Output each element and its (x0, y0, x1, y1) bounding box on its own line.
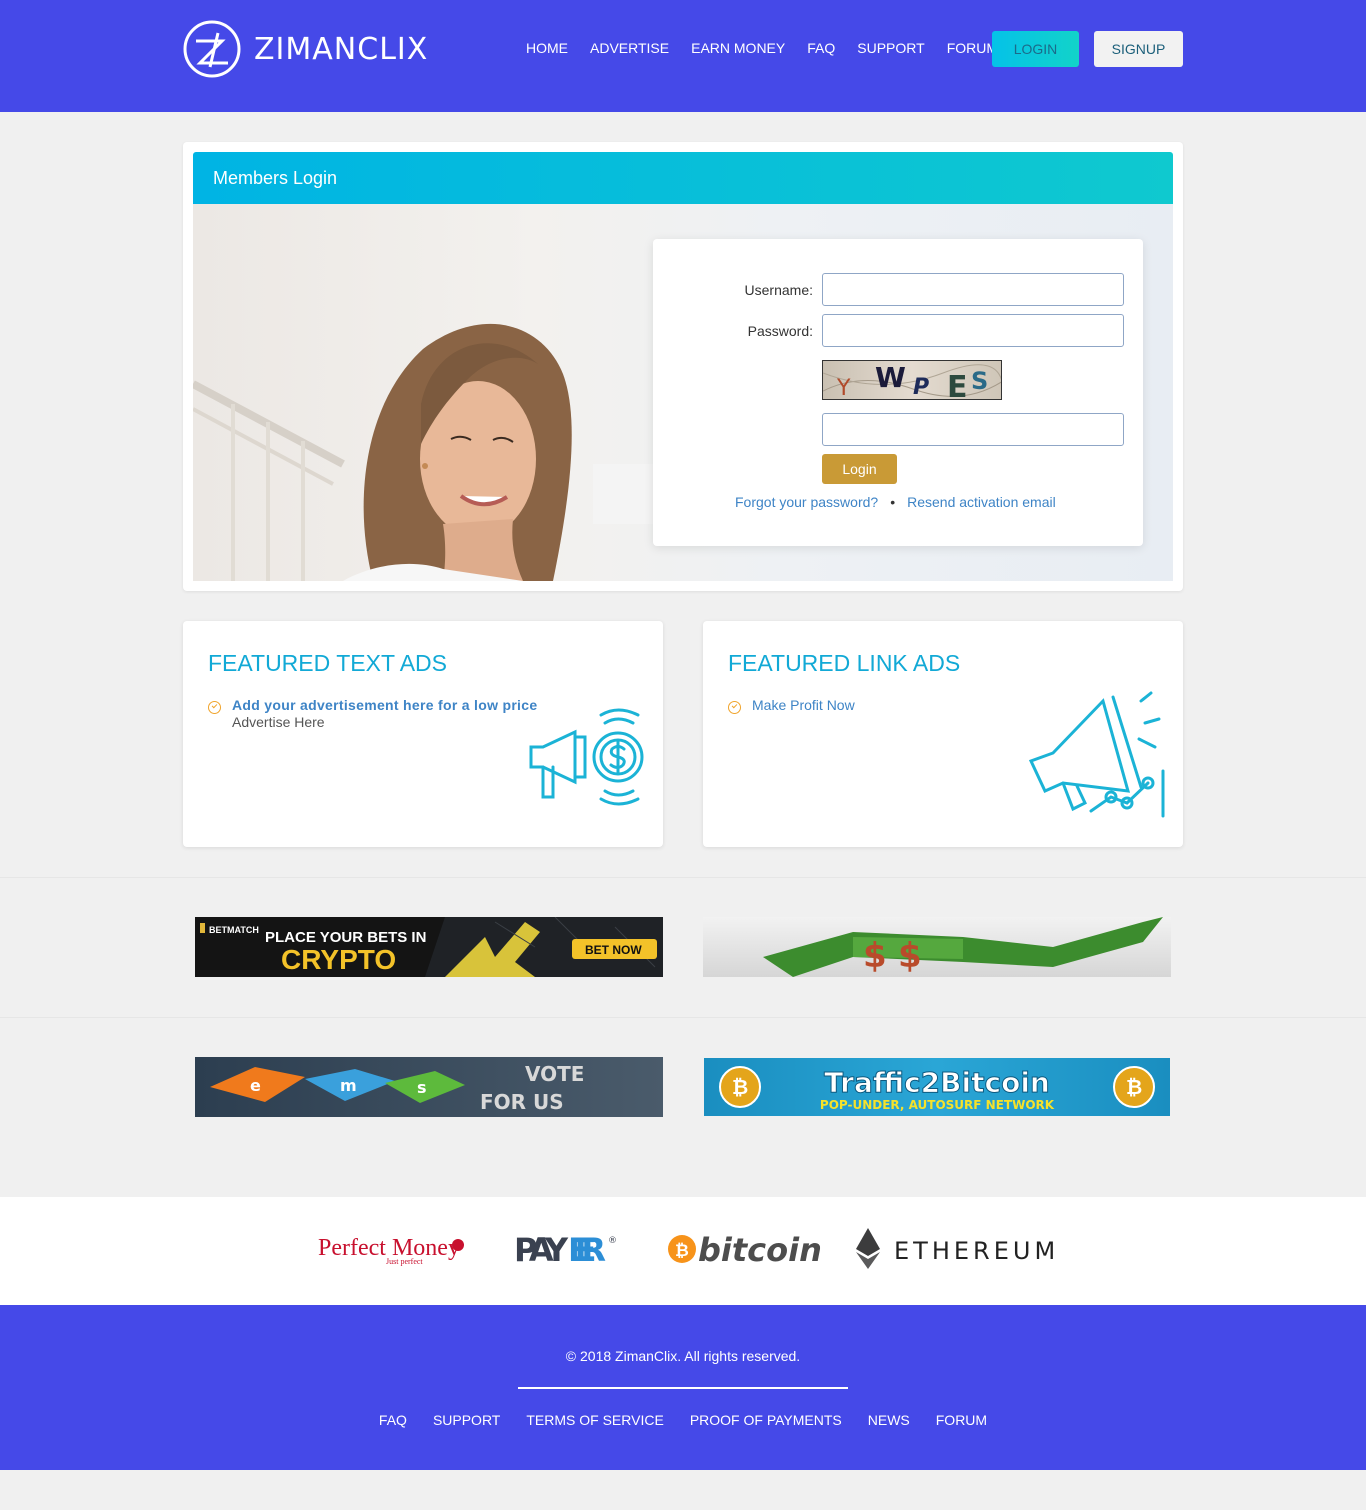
payeer-eer: EER (568, 1231, 606, 1269)
svg-text:$: $ (898, 936, 922, 976)
footer-faq[interactable]: FAQ (379, 1412, 407, 1428)
betmatch-brand: BETMATCH (209, 925, 259, 935)
footer-support[interactable]: SUPPORT (433, 1412, 500, 1428)
ethereum-text: ETHEREUM (894, 1237, 1059, 1265)
ems-letter-e: e (250, 1076, 261, 1095)
betmatch-cta: BET NOW (585, 943, 642, 957)
payeer-pay: PAY (514, 1231, 569, 1269)
nav-earn-money[interactable]: EARN MONEY (691, 40, 785, 56)
svg-text:E: E (947, 370, 968, 400)
captcha-graphic: Y W P E S (823, 361, 1001, 400)
betmatch-banner-graphic: BETMATCH PLACE YOUR BETS IN CRYPTO BET N… (195, 917, 663, 977)
featured-text-ads-title: FEATURED TEXT ADS (208, 650, 447, 676)
text-ad-description: Advertise Here (232, 714, 325, 730)
ems-letter-s: s (417, 1078, 427, 1097)
svg-text:Y: Y (836, 376, 851, 400)
traffic2bitcoin-banner[interactable]: ₿ ₿ Traffic2Bitcoin POP-UNDER, AUTOSURF … (704, 1058, 1170, 1116)
check-circle-icon (208, 701, 221, 714)
svg-text:P: P (913, 375, 929, 400)
members-login-title: Members Login (193, 152, 1173, 204)
betmatch-line2: CRYPTO (281, 944, 396, 975)
link-separator: • (890, 494, 896, 510)
link-ad-link[interactable]: Make Profit Now (752, 697, 855, 713)
svg-text:®: ® (608, 1236, 617, 1246)
logo-icon (183, 20, 241, 78)
betmatch-banner[interactable]: BETMATCH PLACE YOUR BETS IN CRYPTO BET N… (195, 917, 663, 977)
traffic-title: Traffic2Bitcoin (824, 1066, 1050, 1099)
brand-name: ZIMANCLIX (254, 31, 429, 67)
traffic-subtitle: POP-UNDER, AUTOSURF NETWORK (820, 1098, 1055, 1112)
bitcoin-logo: ₿ bitcoin (668, 1231, 822, 1269)
footer-forum[interactable]: FORUM (936, 1412, 987, 1428)
svg-text:W: W (875, 361, 906, 394)
footer-nav: FAQ SUPPORT TERMS OF SERVICE PROOF OF PA… (0, 1412, 1366, 1428)
resend-activation-link[interactable]: Resend activation email (907, 494, 1056, 510)
check-circle-icon (728, 701, 741, 714)
bitcoin-text: bitcoin (698, 1231, 822, 1269)
nav-advertise[interactable]: ADVERTISE (590, 40, 669, 56)
perfect-money-logo: Perfect Money Just perfect (318, 1235, 464, 1266)
header-signup-button[interactable]: SIGNUP (1094, 31, 1183, 67)
username-input[interactable] (822, 273, 1124, 306)
featured-text-ads: FEATURED TEXT ADS Add your advertisement… (183, 621, 663, 847)
megaphone-dollar-icon (529, 708, 644, 806)
money-arrow-graphic: $ $ (763, 917, 1163, 977)
site-header: ZIMANCLIX HOME ADVERTISE EARN MONEY FAQ … (0, 0, 1366, 112)
megaphone-growth-icon (1028, 691, 1165, 818)
footer-terms[interactable]: TERMS OF SERVICE (526, 1412, 663, 1428)
logo[interactable]: ZIMANCLIX (182, 19, 428, 79)
featured-link-ads: FEATURED LINK ADS Make Profit Now (703, 621, 1183, 847)
ethereum-logo: ETHEREUM (856, 1228, 1059, 1269)
footer-divider (518, 1387, 848, 1389)
footer-news[interactable]: NEWS (868, 1412, 910, 1428)
payment-methods: Perfect Money Just perfect PAY EER ® ₿ b… (0, 1197, 1366, 1305)
svg-text:₿: ₿ (732, 1075, 748, 1099)
ems-line2: FOR US (480, 1090, 564, 1114)
main-nav: HOME ADVERTISE EARN MONEY FAQ SUPPORT FO… (526, 40, 1020, 56)
username-label: Username: (744, 282, 813, 298)
traffic2bitcoin-graphic: ₿ ₿ Traffic2Bitcoin POP-UNDER, AUTOSURF … (719, 1066, 1155, 1112)
nav-home[interactable]: HOME (526, 40, 568, 56)
header-login-button[interactable]: LOGIN (992, 31, 1079, 67)
payeer-logo: PAY EER ® (514, 1231, 617, 1269)
svg-text:₿: ₿ (1126, 1075, 1142, 1099)
password-input[interactable] (822, 314, 1124, 347)
svg-text:$: $ (863, 936, 887, 976)
ems-vote-graphic: e m s VOTE FOR US (210, 1062, 584, 1114)
nav-faq[interactable]: FAQ (807, 40, 835, 56)
captcha-input[interactable] (822, 413, 1124, 446)
svg-text:₿: ₿ (675, 1241, 689, 1261)
nav-support[interactable]: SUPPORT (857, 40, 924, 56)
ems-vote-banner[interactable]: e m s VOTE FOR US (195, 1057, 663, 1117)
ems-line1: VOTE (525, 1062, 584, 1086)
password-label: Password: (747, 323, 813, 339)
login-form: Username: Password: Y W P E S Login Forg… (653, 239, 1143, 546)
nav-forum[interactable]: FORUM (947, 40, 998, 56)
copyright: © 2018 ZimanClix. All rights reserved. (565, 1348, 801, 1364)
login-links: Forgot your password? • Resend activation … (735, 494, 1056, 510)
text-ad-link[interactable]: Add your advertisement here for a low pr… (232, 697, 537, 713)
hero-photo: Username: Password: Y W P E S Login Forg… (193, 204, 1173, 581)
site-footer: © 2018 ZimanClix. All rights reserved. F… (0, 1305, 1366, 1470)
perfect-money-tagline: Just perfect (386, 1257, 423, 1266)
money-growth-banner[interactable]: $ $ (703, 917, 1171, 977)
forgot-password-link[interactable]: Forgot your password? (735, 494, 878, 510)
ems-letter-m: m (340, 1076, 357, 1095)
captcha-image: Y W P E S (822, 360, 1002, 400)
featured-link-ads-title: FEATURED LINK ADS (728, 650, 961, 676)
payment-logos: Perfect Money Just perfect PAY EER ® ₿ b… (318, 1228, 1059, 1269)
members-login-panel: Members Login Username: Password: Y W P … (183, 142, 1183, 591)
login-button[interactable]: Login (822, 454, 897, 484)
footer-proof-of-payments[interactable]: PROOF OF PAYMENTS (690, 1412, 842, 1428)
svg-text:S: S (971, 367, 988, 395)
